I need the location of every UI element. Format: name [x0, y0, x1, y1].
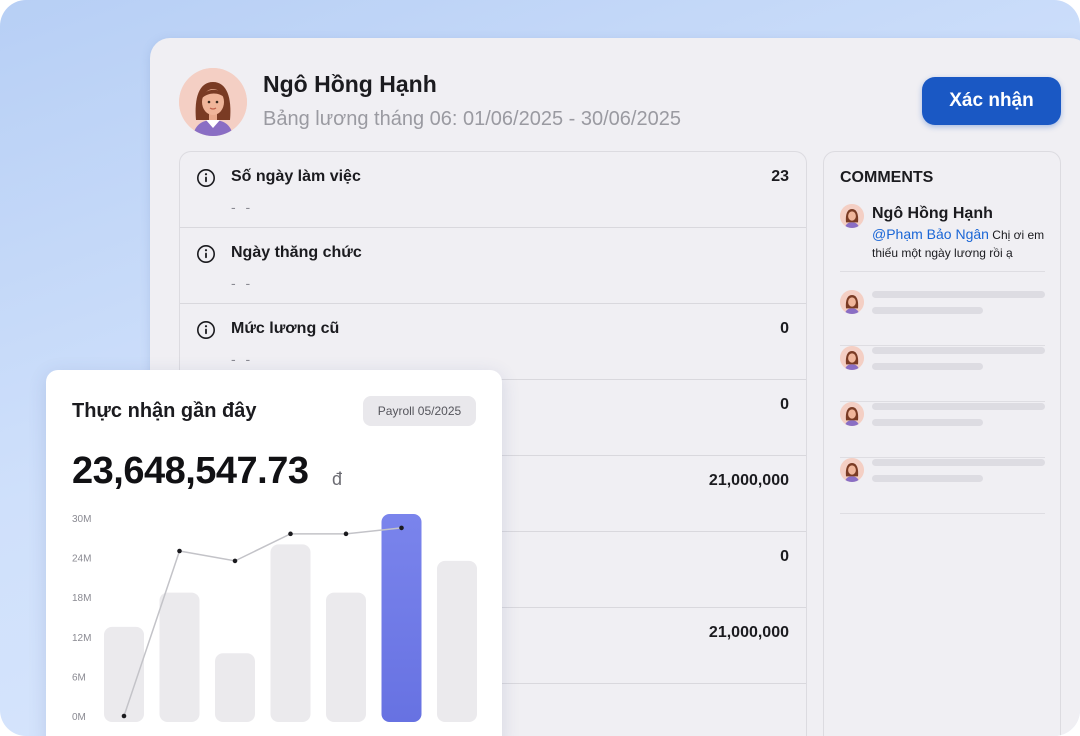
- payroll-period: Bảng lương tháng 06: 01/06/2025 - 30/06/…: [263, 108, 681, 130]
- comments-title: COMMENTS: [840, 169, 934, 186]
- avatar-illustration-icon: [840, 204, 864, 228]
- chart-point[interactable]: [399, 525, 404, 531]
- chart-point[interactable]: [288, 531, 293, 537]
- row-value: 21,000,000: [708, 624, 789, 641]
- net-pay-amount: 23,648,547.73: [72, 450, 309, 492]
- payroll-row[interactable]: Mức lương cũ - - 0: [180, 304, 806, 380]
- skeleton-line: [872, 475, 983, 482]
- skeleton-line: [872, 363, 983, 370]
- comments-panel: COMMENTS Ngô Hồng Hạnh @Phạm Bảo Ngân Ch…: [823, 151, 1061, 736]
- recent-pay-card: Thực nhận gần đây Payroll 05/2025 23,648…: [46, 370, 502, 736]
- y-tick-label: 30M: [72, 514, 91, 525]
- commenter-name: Ngô Hồng Hạnh: [872, 205, 993, 222]
- skeleton-line: [872, 347, 1045, 354]
- comment-placeholder: [840, 402, 1045, 458]
- row-subvalue: - -: [231, 351, 254, 367]
- comment-placeholder: [840, 290, 1045, 346]
- net-pay-chart: 0M 6M 12M 18M 24M 30M: [72, 514, 477, 723]
- y-tick-label: 12M: [72, 633, 91, 644]
- skeleton-line: [872, 403, 1045, 410]
- y-tick-label: 24M: [72, 554, 91, 565]
- row-value: 23: [771, 168, 789, 185]
- chart-bar[interactable]: [437, 560, 477, 722]
- payroll-period-badge[interactable]: Payroll 05/2025: [363, 396, 476, 426]
- comment-text: @Phạm Bảo Ngân Chị ơi em thiếu một ngày …: [872, 225, 1048, 262]
- confirm-button[interactable]: Xác nhận: [922, 77, 1061, 125]
- avatar-illustration-icon: [840, 346, 864, 370]
- currency-symbol: đ: [332, 469, 343, 489]
- row-subvalue: - -: [231, 199, 254, 215]
- chart-bar[interactable]: [270, 544, 311, 722]
- employee-avatar: [179, 68, 247, 136]
- skeleton-line: [872, 419, 983, 426]
- avatar-illustration-icon: [840, 458, 864, 482]
- chart-bar-highlight[interactable]: [381, 514, 422, 722]
- skeleton-line: [872, 459, 1045, 466]
- row-value: 0: [780, 320, 789, 337]
- comment-mention[interactable]: @Phạm Bảo Ngân: [872, 226, 989, 242]
- row-label: Mức lương cũ: [231, 320, 340, 337]
- placeholder-avatar: [840, 346, 864, 370]
- placeholder-avatar: [840, 290, 864, 314]
- chart-point[interactable]: [177, 548, 182, 554]
- chart-bar[interactable]: [215, 653, 255, 722]
- chart-bar[interactable]: [326, 592, 366, 722]
- recent-pay-title: Thực nhận gần đây: [72, 400, 257, 422]
- placeholder-avatar: [840, 402, 864, 426]
- chart-point[interactable]: [232, 558, 238, 564]
- row-value: 0: [780, 548, 789, 565]
- y-tick-label: 18M: [72, 593, 91, 604]
- payroll-row[interactable]: Ngày thăng chức - -: [180, 228, 806, 304]
- commenter-avatar: [840, 204, 864, 228]
- row-value: 21,000,000: [708, 472, 789, 489]
- row-value: 0: [780, 396, 789, 413]
- info-icon: [197, 321, 215, 339]
- comment-item[interactable]: Ngô Hồng Hạnh @Phạm Bảo Ngân Chị ơi em t…: [840, 204, 1045, 272]
- background: Ngô Hồng Hạnh Bảng lương tháng 06: 01/06…: [0, 0, 1080, 736]
- comment-placeholder: [840, 346, 1045, 402]
- row-label: Số ngày làm việc: [231, 168, 361, 185]
- avatar-illustration-icon: [840, 402, 864, 426]
- row-label: Ngày thăng chức: [231, 244, 362, 261]
- payroll-row[interactable]: Số ngày làm việc - - 23: [180, 152, 806, 228]
- skeleton-line: [872, 307, 983, 314]
- avatar-illustration-icon: [840, 290, 864, 314]
- avatar-illustration-icon: [179, 68, 247, 136]
- info-icon: [197, 245, 215, 263]
- placeholder-avatar: [840, 458, 864, 482]
- comment-placeholder: [840, 458, 1045, 514]
- skeleton-line: [872, 291, 1045, 298]
- row-subvalue: - -: [231, 275, 254, 291]
- chart-point[interactable]: [121, 713, 127, 719]
- employee-name: Ngô Hồng Hạnh: [263, 71, 437, 97]
- chart-point[interactable]: [343, 531, 349, 537]
- info-icon: [197, 169, 215, 187]
- y-tick-label: 0M: [72, 712, 86, 723]
- y-tick-label: 6M: [72, 672, 86, 683]
- chart-bar[interactable]: [159, 592, 200, 722]
